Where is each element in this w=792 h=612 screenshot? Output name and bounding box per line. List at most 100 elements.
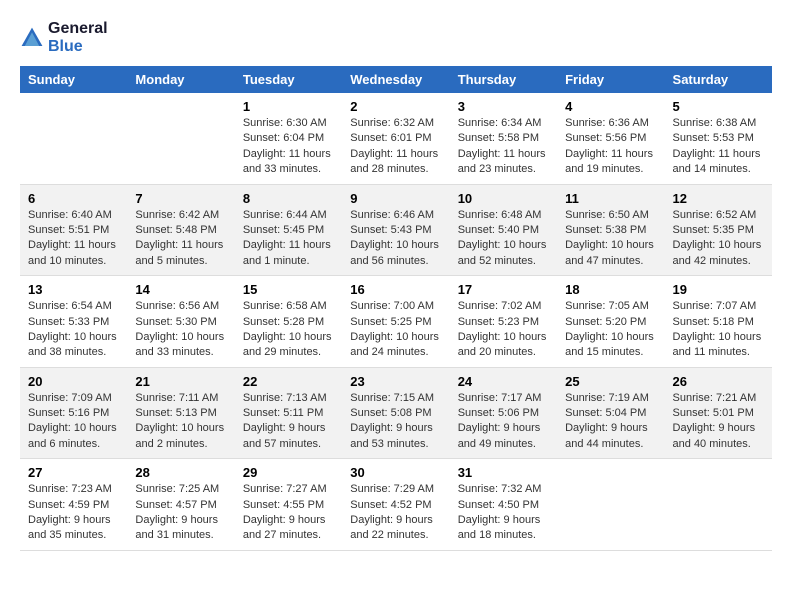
weekday-header-tuesday: Tuesday [235, 66, 342, 93]
day-cell: 9Sunrise: 6:46 AMSunset: 5:43 PMDaylight… [342, 184, 449, 276]
day-info: Sunrise: 7:29 AMSunset: 4:52 PMDaylight:… [350, 482, 441, 544]
day-cell: 20 Sunrise: 7:09 AMSunset: 5:16 PMDayligh… [20, 367, 127, 459]
week-row-3: 13 Sunrise: 6:54 AMSunset: 5:33 PMDayligh… [20, 276, 772, 368]
day-cell: 19 Sunrise: 7:07 AMSunset: 5:18 PMDayligh… [665, 276, 772, 368]
day-cell [127, 93, 234, 184]
day-cell: 17 Sunrise: 7:02 AMSunset: 5:23 PMDayligh… [450, 276, 557, 368]
day-cell: 23 Sunrise: 7:15 AMSunset: 5:08 PMDayligh… [342, 367, 449, 459]
week-row-2: 6Sunrise: 6:40 AMSunset: 5:51 PMDaylight… [20, 184, 772, 276]
day-cell: 6Sunrise: 6:40 AMSunset: 5:51 PMDaylight… [20, 184, 127, 276]
day-info: Sunrise: 6:54 AMSunset: 5:33 PMDaylight:… [28, 299, 119, 361]
day-number: 6 [28, 191, 119, 206]
day-cell: 16 Sunrise: 7:00 AMSunset: 5:25 PMDayligh… [342, 276, 449, 368]
day-info: Sunrise: 7:13 AMSunset: 5:11 PMDaylight:… [243, 391, 334, 453]
day-number: 25 [565, 374, 656, 389]
day-number: 22 [243, 374, 334, 389]
week-row-4: 20 Sunrise: 7:09 AMSunset: 5:16 PMDayligh… [20, 367, 772, 459]
day-cell: 18 Sunrise: 7:05 AMSunset: 5:20 PMDayligh… [557, 276, 664, 368]
day-cell: 25 Sunrise: 7:19 AMSunset: 5:04 PMDayligh… [557, 367, 664, 459]
day-info: Sunrise: 6:52 AMSunset: 5:35 PMDaylight:… [673, 208, 764, 270]
day-number: 4 [565, 99, 656, 114]
day-cell: 30Sunrise: 7:29 AMSunset: 4:52 PMDayligh… [342, 459, 449, 551]
day-info: Sunrise: 7:25 AMSunset: 4:57 PMDaylight:… [135, 482, 226, 544]
weekday-header-monday: Monday [127, 66, 234, 93]
day-info: Sunrise: 7:02 AMSunset: 5:23 PMDaylight:… [458, 299, 549, 361]
day-number: 20 [28, 374, 119, 389]
day-info: Sunrise: 6:48 AMSunset: 5:40 PMDaylight:… [458, 208, 549, 270]
day-number: 13 [28, 282, 119, 297]
day-cell: 7 Sunrise: 6:42 AMSunset: 5:48 PMDaylight… [127, 184, 234, 276]
day-cell: 8Sunrise: 6:44 AMSunset: 5:45 PMDaylight… [235, 184, 342, 276]
weekday-header-saturday: Saturday [665, 66, 772, 93]
weekday-header-sunday: Sunday [20, 66, 127, 93]
day-cell: 21 Sunrise: 7:11 AMSunset: 5:13 PMDayligh… [127, 367, 234, 459]
day-info: Sunrise: 7:23 AMSunset: 4:59 PMDaylight:… [28, 482, 119, 544]
day-info: Sunrise: 6:38 AMSunset: 5:53 PMDaylight:… [673, 116, 764, 178]
day-number: 12 [673, 191, 764, 206]
day-number: 11 [565, 191, 656, 206]
logo-text: General Blue [48, 20, 108, 56]
day-info: Sunrise: 7:32 AMSunset: 4:50 PMDaylight:… [458, 482, 549, 544]
day-number: 15 [243, 282, 334, 297]
day-cell: 5Sunrise: 6:38 AMSunset: 5:53 PMDaylight… [665, 93, 772, 184]
day-cell: 27Sunrise: 7:23 AMSunset: 4:59 PMDayligh… [20, 459, 127, 551]
day-info: Sunrise: 7:15 AMSunset: 5:08 PMDaylight:… [350, 391, 441, 453]
day-cell [557, 459, 664, 551]
day-number: 29 [243, 465, 334, 480]
day-number: 21 [135, 374, 226, 389]
day-cell: 29 Sunrise: 7:27 AMSunset: 4:55 PMDayligh… [235, 459, 342, 551]
day-cell: 11Sunrise: 6:50 AMSunset: 5:38 PMDayligh… [557, 184, 664, 276]
day-cell: 14 Sunrise: 6:56 AMSunset: 5:30 PMDayligh… [127, 276, 234, 368]
day-cell: 22 Sunrise: 7:13 AMSunset: 5:11 PMDayligh… [235, 367, 342, 459]
day-cell: 4Sunrise: 6:36 AMSunset: 5:56 PMDaylight… [557, 93, 664, 184]
day-number: 7 [135, 191, 226, 206]
day-cell: 31 Sunrise: 7:32 AMSunset: 4:50 PMDayligh… [450, 459, 557, 551]
weekday-header-row: SundayMondayTuesdayWednesdayThursdayFrid… [20, 66, 772, 93]
week-row-5: 27Sunrise: 7:23 AMSunset: 4:59 PMDayligh… [20, 459, 772, 551]
day-number: 24 [458, 374, 549, 389]
day-cell: 13 Sunrise: 6:54 AMSunset: 5:33 PMDayligh… [20, 276, 127, 368]
day-info: Sunrise: 7:19 AMSunset: 5:04 PMDaylight:… [565, 391, 656, 453]
day-number: 3 [458, 99, 549, 114]
day-cell: 2Sunrise: 6:32 AMSunset: 6:01 PMDaylight… [342, 93, 449, 184]
day-info: Sunrise: 7:21 AMSunset: 5:01 PMDaylight:… [673, 391, 764, 453]
calendar-header: General Blue [20, 20, 772, 56]
day-info: Sunrise: 6:44 AMSunset: 5:45 PMDaylight:… [243, 208, 334, 270]
day-number: 31 [458, 465, 549, 480]
day-number: 1 [243, 99, 334, 114]
day-info: Sunrise: 7:27 AMSunset: 4:55 PMDaylight:… [243, 482, 334, 544]
day-number: 17 [458, 282, 549, 297]
day-cell: 1 Sunrise: 6:30 AMSunset: 6:04 PMDaylight… [235, 93, 342, 184]
week-row-1: 1 Sunrise: 6:30 AMSunset: 6:04 PMDaylight… [20, 93, 772, 184]
day-number: 16 [350, 282, 441, 297]
day-info: Sunrise: 7:11 AMSunset: 5:13 PMDaylight:… [135, 391, 226, 453]
day-number: 18 [565, 282, 656, 297]
day-cell [20, 93, 127, 184]
day-info: Sunrise: 6:30 AMSunset: 6:04 PMDaylight:… [243, 116, 334, 178]
day-info: Sunrise: 7:17 AMSunset: 5:06 PMDaylight:… [458, 391, 549, 453]
day-info: Sunrise: 6:58 AMSunset: 5:28 PMDaylight:… [243, 299, 334, 361]
weekday-header-friday: Friday [557, 66, 664, 93]
day-number: 19 [673, 282, 764, 297]
day-cell: 12 Sunrise: 6:52 AMSunset: 5:35 PMDayligh… [665, 184, 772, 276]
day-number: 26 [673, 374, 764, 389]
day-number: 2 [350, 99, 441, 114]
day-info: Sunrise: 7:05 AMSunset: 5:20 PMDaylight:… [565, 299, 656, 361]
weekday-header-thursday: Thursday [450, 66, 557, 93]
day-number: 10 [458, 191, 549, 206]
day-number: 23 [350, 374, 441, 389]
day-info: Sunrise: 7:07 AMSunset: 5:18 PMDaylight:… [673, 299, 764, 361]
day-info: Sunrise: 6:42 AMSunset: 5:48 PMDaylight:… [135, 208, 226, 270]
day-cell: 24 Sunrise: 7:17 AMSunset: 5:06 PMDayligh… [450, 367, 557, 459]
day-number: 14 [135, 282, 226, 297]
day-cell [665, 459, 772, 551]
day-cell: 28 Sunrise: 7:25 AMSunset: 4:57 PMDayligh… [127, 459, 234, 551]
day-cell: 3Sunrise: 6:34 AMSunset: 5:58 PMDaylight… [450, 93, 557, 184]
day-info: Sunrise: 6:56 AMSunset: 5:30 PMDaylight:… [135, 299, 226, 361]
day-info: Sunrise: 7:09 AMSunset: 5:16 PMDaylight:… [28, 391, 119, 453]
day-info: Sunrise: 7:00 AMSunset: 5:25 PMDaylight:… [350, 299, 441, 361]
weekday-header-wednesday: Wednesday [342, 66, 449, 93]
day-info: Sunrise: 6:46 AMSunset: 5:43 PMDaylight:… [350, 208, 441, 270]
logo-icon [20, 26, 44, 50]
day-number: 28 [135, 465, 226, 480]
